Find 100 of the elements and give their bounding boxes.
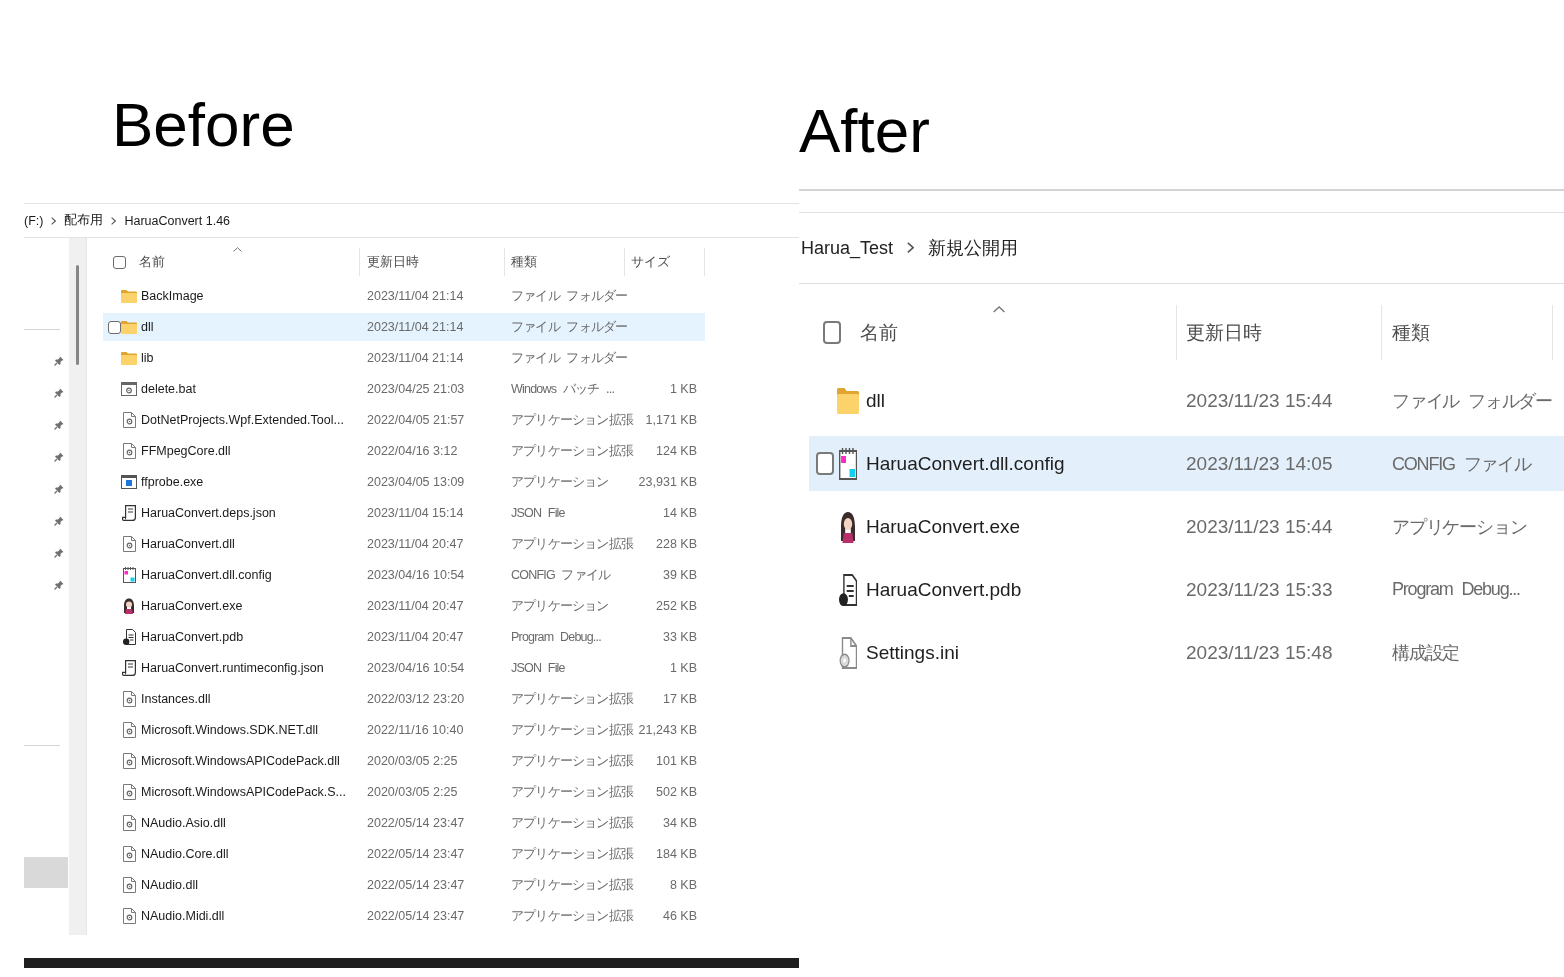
file-size: 46 KB [662,909,697,923]
chevron-right-icon [51,216,57,225]
file-row[interactable]: Instances.dll 2022/03/12 23:20 アプリケーション拡張 17 KB [103,685,705,713]
file-row[interactable]: Settings.ini 2023/11/23 15:48 構成設定 [809,625,1564,680]
file-name: HaruaConvert.dll.config [141,568,272,582]
file-row[interactable]: HaruaConvert.exe 2023/11/04 20:47 アプリケーション 252 KB [103,592,705,620]
file-row[interactable]: NAudio.Midi.dll 2022/05/14 23:47 アプリケーション拡張 46 KB [103,902,705,930]
file-name: HaruaConvert.pdb [866,578,1022,601]
file-name: Microsoft.Windows.SDK.NET.dll [141,723,319,737]
nav-highlight [24,857,68,888]
file-row[interactable]: HaruaConvert.dll.config 2023/11/23 14:05 CONFIG ファイル [809,436,1564,491]
column-header[interactable]: 更新日時 [360,248,504,276]
file-row[interactable]: HaruaConvert.deps.json 2023/11/04 15:14 JSON File 14 KB [103,499,705,527]
file-size: 124 KB [656,444,697,458]
file-row[interactable]: dll 2023/11/04 21:14 ファイル フォルダー [103,313,705,341]
file-size: 1 KB [669,382,697,396]
file-size: 33 KB [662,630,697,644]
file-gear-icon [122,908,136,924]
file-row[interactable]: ffprobe.exe 2023/04/05 13:09 アプリケーション 23,931 KB [103,468,705,496]
panel-heading: Before [112,93,295,157]
file-row[interactable]: Microsoft.WindowsAPICodePack.dll 2020/03/05 2:25 アプリケーション拡張 101 KB [103,747,705,775]
pin-icon [54,388,64,398]
file-row[interactable]: NAudio.dll 2022/05/14 23:47 アプリケーション拡張 8 KB [103,871,705,899]
file-name: Settings.ini [866,641,959,664]
file-name: ffprobe.exe [141,475,204,489]
file-name: dll [866,389,885,412]
file-gear-icon [122,846,136,862]
file-type: アプリケーション拡張 [511,690,633,708]
scrollbar-thumb[interactable] [76,265,79,365]
file-size: 184 KB [656,847,697,861]
modified-date: 2023/04/16 10:54 [367,568,465,582]
select-all-checkbox[interactable] [113,255,126,269]
column-header[interactable]: 更新日時 [1177,305,1381,360]
column-header[interactable]: 種類 [1382,305,1552,360]
file-name: NAudio.dll [141,878,198,892]
document-icon [122,629,136,645]
file-type: ファイル フォルダー [1392,389,1552,413]
file-name: HaruaConvert.deps.json [141,506,276,520]
file-row[interactable]: HaruaConvert.pdb 2023/11/23 15:33 Program Debug... [809,562,1564,617]
chevron-right-icon [907,242,915,254]
file-row[interactable]: HaruaConvert.runtimeconfig.json 2023/04/16 10:54 JSON File 1 KB [103,654,705,682]
file-size: 228 KB [656,537,697,551]
file-row[interactable]: Microsoft.Windows.SDK.NET.dll 2022/11/16 10:40 アプリケーション拡張 21,243 KB [103,716,705,744]
file-row[interactable]: delete.bat 2023/04/25 21:03 Windows バッチ ... 1 KB [103,375,705,403]
file-row[interactable]: NAudio.Asio.dll 2022/05/14 23:47 アプリケーション拡張 34 KB [103,809,705,837]
modified-date: 2023/04/25 21:03 [367,382,465,396]
row-checkbox[interactable] [108,320,121,334]
file-gear-icon [122,412,136,428]
notepad-icon [838,447,858,480]
folder-icon [121,351,137,365]
file-type: JSON File [511,661,565,675]
pin-icon [54,484,64,494]
file-gear-icon [122,784,136,800]
file-row[interactable]: FFMpegCore.dll 2022/04/16 3:12 アプリケーション拡張 124 KB [103,437,705,465]
modified-date: 2023/11/04 20:47 [367,537,464,551]
modified-date: 2023/11/04 21:14 [367,351,464,365]
file-type: Program Debug... [511,630,601,644]
modified-date: 2023/11/23 15:33 [1186,578,1333,601]
column-header[interactable]: 名前 [126,248,359,276]
modified-date: 2023/11/04 15:14 [367,506,464,520]
breadcrumb-item[interactable]: 新規公開用 [928,236,1019,260]
file-type: アプリケーション [511,597,609,615]
file-size: 34 KB [662,816,697,830]
file-row[interactable]: HaruaConvert.dll.config 2023/04/16 10:54 CONFIG ファイル 39 KB [103,561,705,589]
file-row[interactable]: HaruaConvert.dll 2023/11/04 20:47 アプリケーション拡張 228 KB [103,530,705,558]
file-row[interactable]: lib 2023/11/04 21:14 ファイル フォルダー [103,344,705,372]
file-type: アプリケーション拡張 [511,907,633,925]
file-name: NAudio.Midi.dll [141,909,225,923]
file-row[interactable]: NAudio.Core.dll 2022/05/14 23:47 アプリケーション拡張 184 KB [103,840,705,868]
file-name: NAudio.Core.dll [141,847,229,861]
file-type: アプリケーション拡張 [511,783,633,801]
row-checkbox[interactable] [816,452,834,475]
file-type: JSON File [511,506,565,520]
chevron-right-icon [111,216,117,225]
pin-icon [54,420,64,430]
column-header[interactable]: 種類 [505,248,624,276]
file-size: 39 KB [662,568,697,582]
file-row[interactable]: dll 2023/11/23 15:44 ファイル フォルダー [809,373,1564,428]
file-name: HaruaConvert.exe [141,599,243,613]
panel-heading: After [799,99,930,163]
file-name: HaruaConvert.runtimeconfig.json [141,661,324,675]
column-header[interactable]: サイズ [625,248,704,276]
file-row[interactable]: BackImage 2023/11/04 21:14 ファイル フォルダー [103,282,705,310]
file-row[interactable]: HaruaConvert.pdb 2023/11/04 20:47 Program Debug... 33 KB [103,623,705,651]
modified-date: 2022/04/16 3:12 [367,444,458,458]
file-row[interactable]: DotNetProjects.Wpf.Extended.Tool... 2022/04/05 21:57 アプリケーション拡張 1,171 KB [103,406,705,434]
breadcrumb-item[interactable]: HaruaConvert 1.46 [124,213,231,228]
file-type: アプリケーション拡張 [511,721,633,739]
breadcrumb-item[interactable]: 配布用 [64,212,104,229]
modified-date: 2023/11/04 21:14 [367,289,464,303]
file-row[interactable]: HaruaConvert.exe 2023/11/23 15:44 アプリケーション [809,499,1564,554]
breadcrumb-item[interactable]: (F:) [24,213,44,228]
file-row[interactable]: Microsoft.WindowsAPICodePack.S... 2020/03/05 2:25 アプリケーション拡張 502 KB [103,778,705,806]
modified-date: 2023/11/04 20:47 [367,599,464,613]
select-all-checkbox[interactable] [823,321,841,344]
modified-date: 2022/05/14 23:47 [367,878,465,892]
modified-date: 2023/04/16 10:54 [367,661,465,675]
column-header[interactable]: 名前 [841,305,1176,360]
breadcrumb-item[interactable]: Harua_Test [801,237,894,259]
pin-icon [54,580,64,590]
